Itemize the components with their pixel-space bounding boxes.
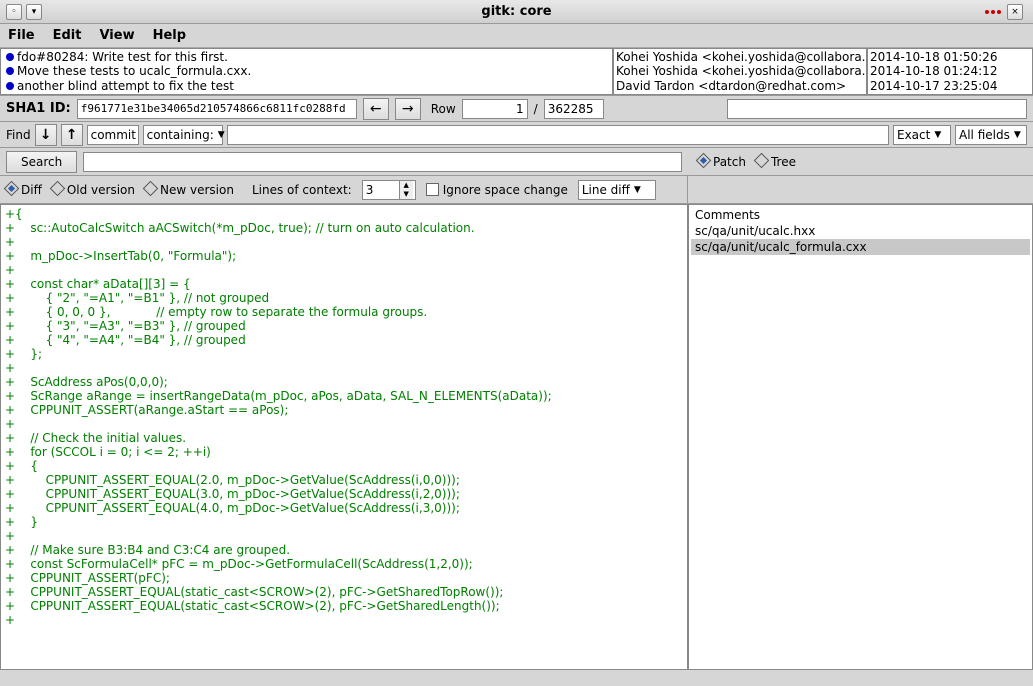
menu-file[interactable]: File xyxy=(8,28,35,43)
spin-up-icon: ▲ xyxy=(399,181,413,190)
file-list[interactable]: Comments sc/qa/unit/ucalc.hxx sc/qa/unit… xyxy=(688,204,1033,670)
author-list[interactable]: Kohei Yoshida <kohei.yoshida@collabora.c… xyxy=(613,48,867,95)
menu-view[interactable]: View xyxy=(99,28,134,43)
find-prev-button[interactable]: ↑ xyxy=(61,124,83,146)
commit-list[interactable]: fdo#80284: Write test for this first. Mo… xyxy=(0,48,613,95)
main-area: +{ + sc::AutoCalcSwitch aACSwitch(*m_pDo… xyxy=(0,204,1033,670)
window-title: gitk: core xyxy=(481,4,551,19)
row-label: Row xyxy=(431,102,456,116)
find-row: Find ↓ ↑ commit containing:▼ Exact▼ All … xyxy=(0,122,1033,148)
sha-input[interactable] xyxy=(77,99,357,119)
spin-down-icon: ▼ xyxy=(399,190,413,199)
history-panes: fdo#80284: Write test for this first. Mo… xyxy=(0,48,1033,96)
status-field xyxy=(727,99,1027,119)
diff-radio[interactable]: Diff xyxy=(6,183,42,197)
menubar: File Edit View Help xyxy=(0,24,1033,48)
find-label: Find xyxy=(6,128,31,142)
row-total xyxy=(544,99,604,119)
find-mode-combo[interactable]: commit xyxy=(87,125,139,145)
find-input[interactable] xyxy=(227,125,889,145)
find-exact-combo[interactable]: Exact▼ xyxy=(893,125,951,145)
lines-label: Lines of context: xyxy=(252,183,352,197)
file-item[interactable]: sc/qa/unit/ucalc.hxx xyxy=(691,223,1030,239)
sha-row: SHA1 ID: ← → Row / xyxy=(0,96,1033,122)
window-shade-button[interactable]: ▾ xyxy=(26,4,42,20)
close-button[interactable]: × xyxy=(1007,4,1023,20)
search-patch-row: Search Patch Tree xyxy=(0,148,1033,176)
find-next-button[interactable]: ↓ xyxy=(35,124,57,146)
titlebar: ◦ ▾ gitk: core × xyxy=(0,0,1033,24)
row-input[interactable] xyxy=(462,99,528,119)
newver-radio[interactable]: New version xyxy=(145,183,234,197)
search-input[interactable] xyxy=(83,152,682,172)
forward-button[interactable]: → xyxy=(395,98,421,120)
find-fields-combo[interactable]: All fields▼ xyxy=(955,125,1027,145)
lines-spinner[interactable]: ▲▼ xyxy=(362,180,416,200)
bottom-margin xyxy=(0,670,1033,686)
file-item-selected[interactable]: sc/qa/unit/ucalc_formula.cxx xyxy=(691,239,1030,255)
file-comments[interactable]: Comments xyxy=(691,207,1030,223)
oldver-radio[interactable]: Old version xyxy=(52,183,135,197)
window-indicator xyxy=(985,10,1001,14)
row-sep: / xyxy=(534,102,538,116)
ignore-space-check[interactable]: Ignore space change xyxy=(426,183,568,197)
patch-radio[interactable]: Patch xyxy=(698,155,746,169)
diff-view[interactable]: +{ + sc::AutoCalcSwitch aACSwitch(*m_pDo… xyxy=(0,204,688,670)
find-scope-combo[interactable]: containing:▼ xyxy=(143,125,223,145)
tree-radio[interactable]: Tree xyxy=(756,155,796,169)
linediff-combo[interactable]: Line diff▼ xyxy=(578,180,656,200)
menu-edit[interactable]: Edit xyxy=(53,28,82,43)
date-list[interactable]: 2014-10-18 01:50:26 2014-10-18 01:24:12 … xyxy=(867,48,1033,95)
back-button[interactable]: ← xyxy=(363,98,389,120)
window-menu-button[interactable]: ◦ xyxy=(6,4,22,20)
menu-help[interactable]: Help xyxy=(153,28,186,43)
search-button[interactable]: Search xyxy=(6,151,77,173)
sha-label: SHA1 ID: xyxy=(6,101,71,116)
